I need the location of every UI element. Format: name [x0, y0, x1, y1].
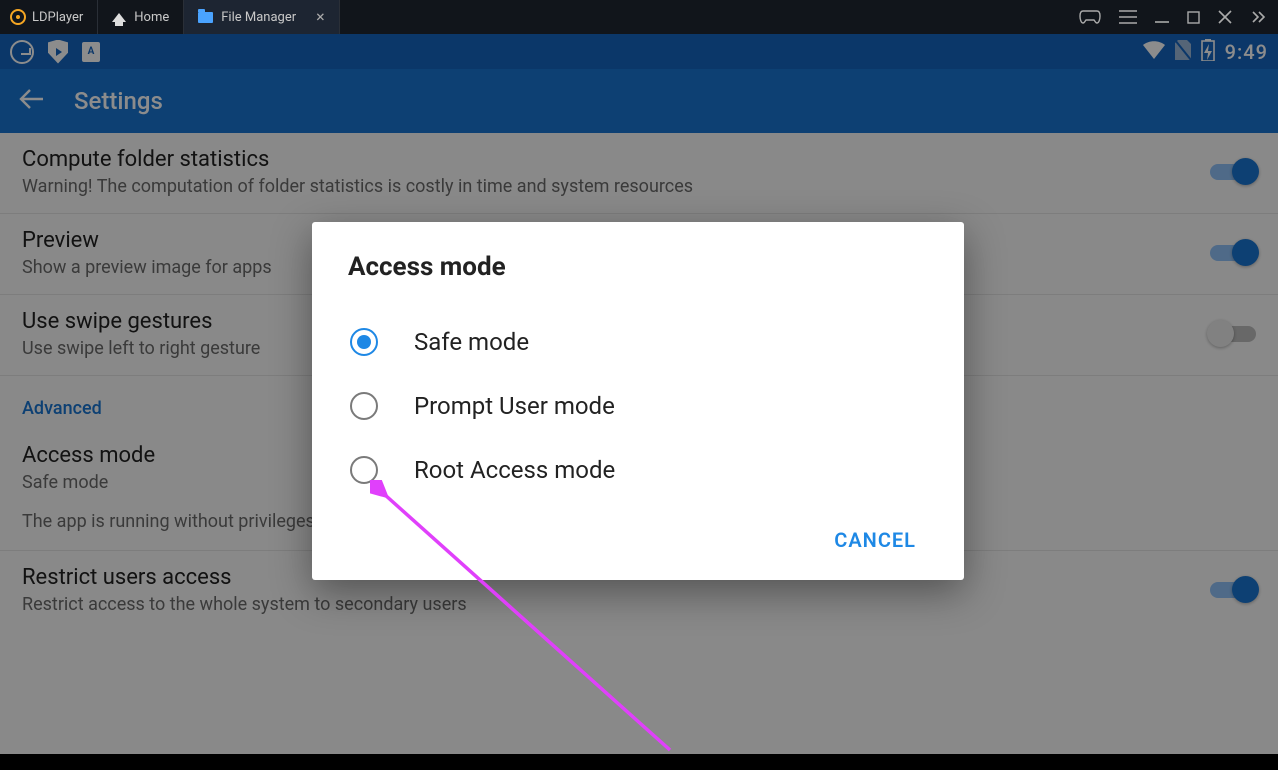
tab-file-manager[interactable]: File Manager × — [184, 0, 339, 34]
radio-label: Root Access mode — [414, 456, 615, 484]
ldplayer-logo-icon — [10, 9, 26, 25]
tab-home[interactable]: Home — [98, 0, 184, 34]
radio-label: Safe mode — [414, 328, 529, 356]
radio-label: Prompt User mode — [414, 392, 615, 420]
cancel-button[interactable]: CANCEL — [822, 520, 928, 560]
radio-button-icon — [350, 328, 378, 356]
emulator-titlebar: LDPlayer Home File Manager × — [0, 0, 1278, 34]
maximize-icon[interactable] — [1187, 11, 1200, 24]
dialog-title: Access mode — [348, 252, 928, 282]
gamepad-icon[interactable] — [1079, 9, 1101, 25]
dialog-actions: CANCEL — [348, 502, 928, 560]
radio-option-safe-mode[interactable]: Safe mode — [348, 310, 928, 374]
expand-icon[interactable] — [1250, 10, 1266, 24]
radio-option-prompt-user[interactable]: Prompt User mode — [348, 374, 928, 438]
folder-icon — [198, 12, 213, 23]
radio-option-root-access[interactable]: Root Access mode — [348, 438, 928, 502]
close-window-icon[interactable] — [1218, 10, 1232, 24]
minimize-icon[interactable] — [1155, 10, 1169, 24]
access-mode-dialog: Access mode Safe mode Prompt User mode R… — [312, 222, 964, 580]
tab-home-label: Home — [134, 10, 169, 25]
emulator-app-label: LDPlayer — [0, 0, 98, 34]
home-icon — [112, 13, 126, 22]
titlebar-right-controls — [1079, 9, 1278, 25]
menu-icon[interactable] — [1119, 10, 1137, 24]
emulator-app-name: LDPlayer — [32, 10, 83, 25]
radio-button-icon — [350, 456, 378, 484]
tab-file-manager-label: File Manager — [221, 10, 296, 25]
radio-button-icon — [350, 392, 378, 420]
tab-close-button[interactable]: × — [316, 9, 325, 25]
